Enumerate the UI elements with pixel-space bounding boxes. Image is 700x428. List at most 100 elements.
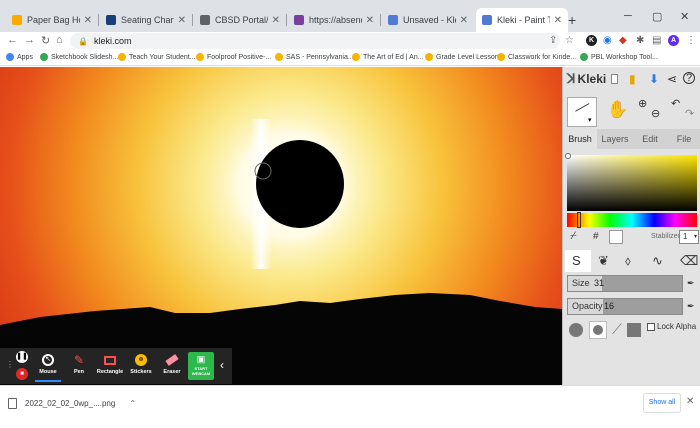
opacity-pressure-icon[interactable]: ✒ bbox=[687, 301, 695, 312]
bookmark-item[interactable]: Classwork for Kinde... bbox=[497, 53, 576, 61]
stabilizer-select[interactable]: 1 ▾ bbox=[679, 230, 699, 244]
maximize-icon[interactable]: ▢ bbox=[652, 10, 662, 23]
square-shape-icon[interactable] bbox=[627, 323, 641, 337]
save-folder-icon[interactable]: ▮ bbox=[629, 72, 636, 86]
show-all-button[interactable]: Show all bbox=[643, 393, 681, 413]
rectangle-button[interactable]: Rectangle bbox=[95, 351, 125, 381]
opacity-slider[interactable]: Opacity 16 bbox=[567, 298, 683, 315]
extensions-puzzle-icon[interactable]: ✱ bbox=[636, 35, 644, 46]
bookmark-star-icon[interactable]: ☆ bbox=[565, 35, 574, 46]
pen-brush-icon[interactable]: S bbox=[572, 253, 581, 268]
address-bar[interactable]: 🔒 kleki.com bbox=[70, 33, 560, 49]
tab-layers[interactable]: Layers bbox=[597, 129, 633, 149]
tab-close-icon[interactable]: ✕ bbox=[366, 15, 374, 26]
hand-tool-icon[interactable]: ✋ bbox=[607, 100, 628, 120]
bookmark-item[interactable]: SAS - Pennsylvania... bbox=[275, 53, 354, 61]
circle-shape-icon[interactable] bbox=[569, 323, 583, 337]
download-bar-close-icon[interactable]: ✕ bbox=[686, 396, 694, 407]
picker-handle[interactable] bbox=[565, 153, 571, 159]
back-icon[interactable]: ← bbox=[7, 34, 18, 46]
minimize-icon[interactable]: ─ bbox=[624, 10, 632, 22]
pen-icon: ✎ bbox=[73, 353, 85, 367]
share-icon[interactable]: ⇪ bbox=[549, 35, 557, 46]
extension-k-icon[interactable]: K bbox=[586, 35, 597, 46]
eraser-button[interactable]: Eraser bbox=[157, 351, 187, 381]
download-bar: 2022_02_02_0wp_....png ⌃ Show all ✕ bbox=[0, 385, 700, 428]
mouse-button[interactable]: ↖ Mouse bbox=[33, 351, 63, 381]
stop-icon[interactable]: ■ bbox=[16, 368, 28, 380]
blend-brush-icon[interactable]: ❦ bbox=[598, 253, 609, 269]
size-slider[interactable]: Size 31 bbox=[567, 275, 683, 292]
bookmark-item[interactable]: PBL Workshop Tool... bbox=[580, 53, 658, 61]
tab-close-icon[interactable]: ✕ bbox=[178, 15, 186, 26]
hue-slider-handle[interactable] bbox=[577, 212, 581, 228]
tab-close-icon[interactable]: ✕ bbox=[460, 15, 468, 26]
color-saturation-picker[interactable] bbox=[565, 153, 697, 211]
browser-tab[interactable]: Unsaved - Kleki - Pain ✕ bbox=[382, 8, 474, 32]
primary-color-swatch[interactable] bbox=[609, 230, 623, 244]
drag-handle-icon[interactable]: ⋮ bbox=[6, 360, 14, 369]
browser-tab[interactable]: CBSD Portal//Columbi ✕ bbox=[194, 8, 286, 32]
bookmark-label: Grade Level Lesson... bbox=[436, 53, 505, 61]
drawing-canvas[interactable] bbox=[0, 67, 562, 385]
bookmark-favicon-icon bbox=[6, 53, 14, 61]
share-node-icon[interactable]: ⋖ bbox=[667, 72, 677, 86]
bookmark-item[interactable]: Teach Your Student... bbox=[118, 53, 196, 61]
reload-icon[interactable]: ↻ bbox=[41, 34, 50, 47]
line-shape-icon[interactable]: ⟋ bbox=[612, 321, 622, 338]
forward-icon[interactable]: → bbox=[24, 34, 35, 46]
undo-icon[interactable]: ↶ bbox=[671, 97, 680, 110]
browser-tab[interactable]: Seating Chart Art - R ✕ bbox=[100, 8, 192, 32]
window-close-icon[interactable]: ✕ bbox=[680, 10, 689, 23]
download-item[interactable]: 2022_02_02_0wp_....png ⌃ bbox=[8, 398, 136, 409]
hue-slider[interactable] bbox=[567, 212, 697, 228]
tab-title: Kleki - Paint Tool bbox=[497, 15, 550, 25]
tab-close-icon[interactable]: ✕ bbox=[272, 15, 280, 26]
eyedropper-icon[interactable]: ⌿ bbox=[570, 230, 577, 243]
lock-alpha-checkbox[interactable] bbox=[647, 322, 655, 331]
home-icon[interactable]: ⌂ bbox=[56, 34, 63, 46]
reading-list-icon[interactable]: ▤ bbox=[652, 35, 661, 46]
zoom-in-icon[interactable]: ⊕ bbox=[638, 97, 647, 110]
stickers-button[interactable]: ☻ Stickers bbox=[126, 351, 156, 381]
start-webcam-button[interactable]: ▣ START WEBCAM bbox=[188, 352, 214, 380]
textured-shape-selected[interactable] bbox=[589, 321, 607, 339]
profile-avatar[interactable]: A bbox=[668, 35, 679, 46]
lock-alpha-toggle[interactable]: Lock Alpha bbox=[647, 322, 696, 331]
zoom-out-icon[interactable]: ⊖ bbox=[651, 107, 660, 120]
extension-globe-icon[interactable]: ◉ bbox=[603, 35, 612, 46]
bookmark-item[interactable]: Apps bbox=[6, 53, 33, 61]
browser-tab[interactable]: https://absenceemp.fr ✕ bbox=[288, 8, 380, 32]
sketchy-brush-icon[interactable]: ⬨ bbox=[625, 253, 631, 269]
browser-tab[interactable]: Paper Bag Houses - G ✕ bbox=[6, 8, 98, 32]
bookmark-item[interactable]: Sketchbook Slidesh... bbox=[40, 53, 118, 61]
tab-close-icon[interactable]: ✕ bbox=[84, 15, 92, 26]
help-icon[interactable]: ? bbox=[683, 72, 695, 84]
extension-red-icon[interactable]: ◆ bbox=[619, 35, 627, 46]
download-options-chevron-icon[interactable]: ⌃ bbox=[129, 399, 136, 408]
tab-favicon-icon bbox=[294, 15, 304, 25]
file-icon bbox=[8, 398, 17, 409]
tab-close-icon[interactable]: ✕ bbox=[554, 15, 562, 26]
browser-menu-icon[interactable]: ⋮ bbox=[686, 35, 696, 46]
download-icon[interactable]: ⬇ bbox=[649, 72, 659, 86]
hex-input-button[interactable]: # bbox=[593, 231, 599, 242]
collapse-chevron-icon[interactable]: ‹ bbox=[220, 358, 224, 372]
new-tab-button[interactable]: + bbox=[568, 12, 576, 28]
tab-file[interactable]: File bbox=[667, 129, 700, 149]
browser-tab[interactable]: Kleki - Paint Tool ✕ bbox=[476, 8, 568, 32]
new-image-icon[interactable] bbox=[611, 74, 618, 84]
brush-tool-button[interactable]: ⟋ ▾ bbox=[567, 97, 597, 127]
pause-icon[interactable]: ❚❚ bbox=[16, 351, 28, 363]
bookmark-item[interactable]: Foolproof Positive-... bbox=[196, 53, 271, 61]
redo-icon[interactable]: ↷ bbox=[685, 107, 694, 120]
pixel-brush-icon[interactable]: ∿ bbox=[652, 253, 663, 269]
tab-favicon-icon bbox=[482, 15, 492, 25]
tab-brush[interactable]: Brush bbox=[563, 129, 597, 149]
bookmark-item[interactable]: The Art of Ed | An... bbox=[352, 53, 424, 61]
eraser-brush-icon[interactable]: ⌫ bbox=[680, 253, 698, 269]
size-pressure-icon[interactable]: ✒ bbox=[687, 278, 695, 289]
pen-button[interactable]: ✎ Pen bbox=[64, 351, 94, 381]
tab-edit[interactable]: Edit bbox=[633, 129, 667, 149]
bookmark-item[interactable]: Grade Level Lesson... bbox=[425, 53, 505, 61]
